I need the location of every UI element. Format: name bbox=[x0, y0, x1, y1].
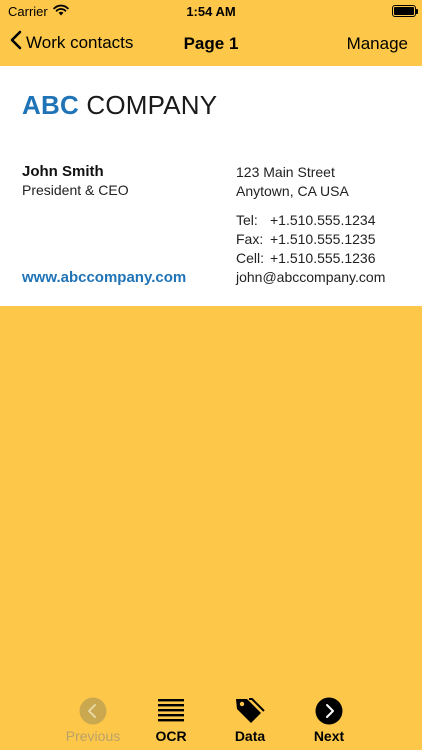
company-logo: ABC COMPANY bbox=[22, 90, 217, 121]
fax-row: Fax: +1.510.555.1235 bbox=[236, 231, 376, 247]
text-lines-icon bbox=[131, 696, 211, 726]
battery-level bbox=[394, 7, 414, 15]
next-label: Next bbox=[313, 728, 345, 744]
manage-button[interactable]: Manage bbox=[347, 34, 408, 54]
ocr-label: OCR bbox=[155, 728, 187, 744]
data-label: Data bbox=[234, 728, 266, 744]
address-line-1: 123 Main Street bbox=[236, 164, 335, 180]
ocr-button[interactable]: OCR bbox=[131, 696, 211, 744]
chevron-left-circle-icon bbox=[53, 696, 133, 726]
back-button[interactable]: Work contacts bbox=[10, 30, 133, 55]
next-button[interactable]: Next bbox=[289, 696, 369, 744]
company-logo-abc: ABC bbox=[22, 90, 79, 120]
contact-name: John Smith bbox=[22, 163, 104, 180]
tel-value: +1.510.555.1234 bbox=[270, 212, 376, 228]
tel-label: Tel: bbox=[236, 212, 258, 228]
status-left: Carrier bbox=[8, 4, 69, 19]
chevron-right-circle-icon bbox=[289, 696, 369, 726]
contact-title: President & CEO bbox=[22, 182, 129, 198]
tel-row: Tel: +1.510.555.1234 bbox=[236, 212, 376, 228]
cell-label: Cell: bbox=[236, 250, 265, 266]
previous-button[interactable]: Previous bbox=[53, 696, 133, 744]
navigation-bar: Work contacts Page 1 Manage bbox=[0, 22, 422, 66]
bottom-toolbar: Previous OCR Data Next bbox=[0, 696, 422, 750]
contact-email: john@abccompany.com bbox=[236, 269, 386, 285]
fax-value: +1.510.555.1235 bbox=[270, 231, 376, 247]
status-bar: Carrier 1:54 AM bbox=[0, 0, 422, 22]
wifi-icon bbox=[53, 4, 69, 19]
fax-label: Fax: bbox=[236, 231, 264, 247]
chevron-left-icon bbox=[10, 30, 22, 55]
cell-row: Cell: +1.510.555.1236 bbox=[236, 250, 376, 266]
business-card[interactable]: ABC COMPANY John Smith President & CEO w… bbox=[0, 66, 422, 306]
data-button[interactable]: Data bbox=[210, 696, 290, 744]
cell-value: +1.510.555.1236 bbox=[270, 250, 376, 266]
company-logo-rest: COMPANY bbox=[86, 90, 218, 120]
contact-website: www.abccompany.com bbox=[22, 269, 187, 286]
previous-label: Previous bbox=[65, 728, 121, 744]
tags-icon bbox=[210, 696, 290, 726]
back-button-label: Work contacts bbox=[26, 32, 134, 52]
address-line-2: Anytown, CA USA bbox=[236, 183, 349, 199]
carrier-label: Carrier bbox=[8, 3, 48, 19]
battery-icon bbox=[392, 5, 418, 17]
